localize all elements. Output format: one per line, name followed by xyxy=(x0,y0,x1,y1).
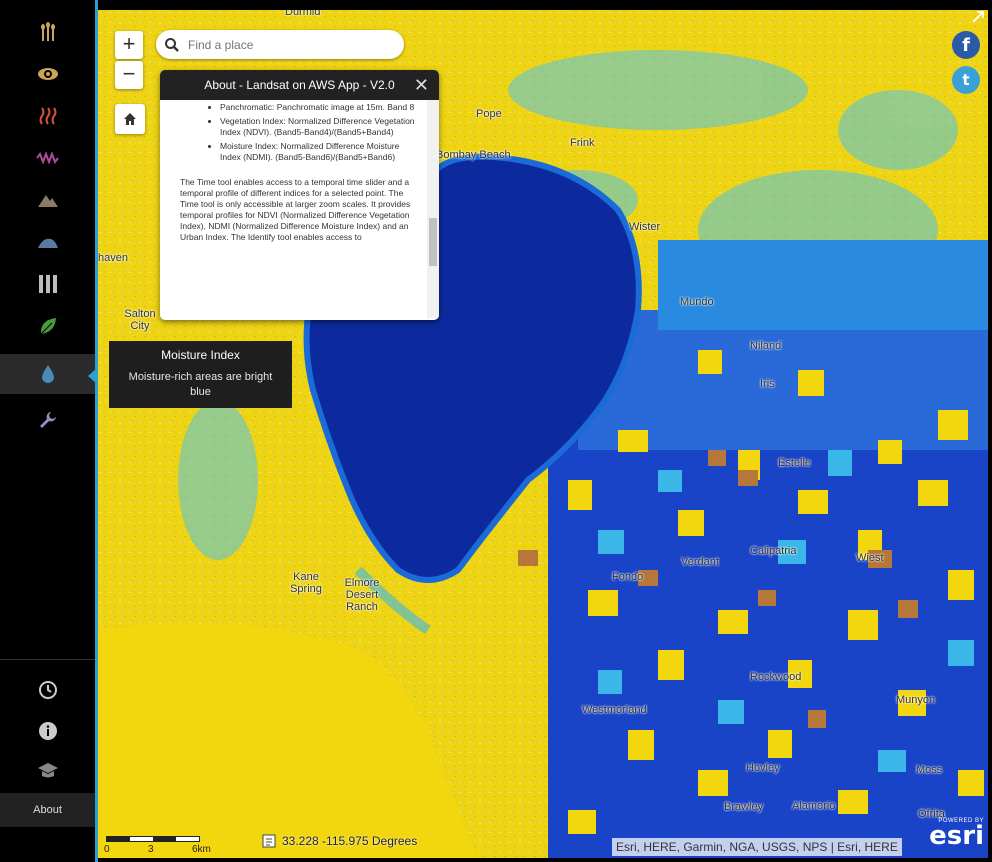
about-tab[interactable]: About xyxy=(0,793,95,827)
place-label: Fondo xyxy=(612,571,644,583)
scale-tick: 3 xyxy=(148,844,154,855)
zoom-in-button[interactable]: + xyxy=(115,31,143,59)
about-panel: About - Landsat on AWS App - V2.0 ✕ Panc… xyxy=(160,70,439,320)
esri-wordmark: esri xyxy=(929,821,984,851)
place-label: Durmid xyxy=(285,10,321,18)
natural-color-button[interactable] xyxy=(0,54,95,94)
wave-icon xyxy=(35,152,59,164)
wrench-icon xyxy=(39,412,56,428)
map-attribution: Esri, HERE, Garmin, NGA, USGS, NPS | Esr… xyxy=(612,838,902,856)
color-infrared-button[interactable] xyxy=(0,138,95,178)
sidebar: About xyxy=(0,0,95,862)
eye-icon xyxy=(37,68,58,80)
search-icon[interactable] xyxy=(164,37,180,53)
leaf-icon xyxy=(40,318,56,335)
place-label: Wiest xyxy=(856,552,884,564)
bars-icon xyxy=(38,275,57,293)
heat-waves-icon xyxy=(39,107,56,125)
scale-bar: 0 3 6km xyxy=(104,836,211,856)
place-label: Wister xyxy=(629,221,661,233)
about-panel-title: About - Landsat on AWS App - V2.0 xyxy=(204,78,395,92)
panchromatic-button[interactable] xyxy=(0,264,95,304)
coordinate-icon[interactable] xyxy=(262,834,276,848)
place-label: Estelle xyxy=(778,457,812,469)
twitter-button[interactable]: t xyxy=(952,66,980,94)
place-label: Iris xyxy=(760,378,775,390)
expand-icon[interactable] xyxy=(971,10,985,24)
list-item: Moisture Index: Normalized Difference Mo… xyxy=(220,141,420,163)
place-label: Mundo xyxy=(680,296,714,308)
thermal-button[interactable] xyxy=(0,96,95,136)
mountain-icon xyxy=(37,195,58,207)
moisture-tooltip: Moisture Index Moisture-rich areas are b… xyxy=(109,341,292,408)
facebook-button[interactable]: f xyxy=(952,31,980,59)
place-label: Hovley xyxy=(746,762,780,774)
place-label: Munyon xyxy=(896,694,936,706)
about-paragraph: The Time tool enables access to a tempor… xyxy=(180,177,411,242)
place-label: Calipatria xyxy=(750,545,797,557)
place-label: Niland xyxy=(750,340,782,352)
place-label: Alamorio xyxy=(792,800,836,812)
graduation-cap-icon xyxy=(37,763,58,778)
search-box xyxy=(156,30,404,59)
close-icon[interactable]: ✕ xyxy=(414,74,429,96)
education-button[interactable] xyxy=(0,751,95,791)
about-tab-label: About xyxy=(33,804,62,816)
esri-logo: POWERED BY esri xyxy=(918,818,984,852)
place-label: Verdant xyxy=(681,556,719,568)
place-label: haven xyxy=(98,252,128,264)
place-label: Frink xyxy=(570,137,595,149)
home-button[interactable] xyxy=(115,104,145,134)
about-scrollbar[interactable] xyxy=(427,100,439,318)
scale-bar-graphic xyxy=(106,836,200,842)
clock-icon xyxy=(38,681,57,699)
list-item: Panchromatic: Panchromatic image at 15m.… xyxy=(220,102,420,113)
terrain-icon xyxy=(37,238,58,248)
place-label: Salton City xyxy=(124,308,156,332)
sidebar-divider xyxy=(0,659,95,660)
tooltip-title: Moisture Index xyxy=(161,348,240,362)
place-label: Rockwood xyxy=(750,671,802,683)
bathymetric-button[interactable] xyxy=(0,222,95,262)
twitter-icon: t xyxy=(962,71,970,89)
facebook-icon: f xyxy=(962,34,970,56)
about-bullet-list: Panchromatic: Panchromatic image at 15m.… xyxy=(160,102,426,163)
about-panel-body: Panchromatic: Panchromatic image at 15m.… xyxy=(160,100,426,318)
place-label: Westmorland xyxy=(582,704,647,716)
list-item: Vegetation Index: Normalized Difference … xyxy=(220,116,420,138)
search-input[interactable] xyxy=(186,36,390,53)
zoom-out-button[interactable]: − xyxy=(115,61,143,89)
vegetation-button[interactable] xyxy=(0,306,95,346)
tooltip-description: Moisture-rich areas are bright blue xyxy=(128,371,273,398)
scrollbar-thumb[interactable] xyxy=(429,218,437,266)
place-label: Brawley xyxy=(724,801,764,813)
place-label: Moss xyxy=(916,764,943,776)
coordinate-readout: 33.228 -115.975 Degrees xyxy=(262,834,417,848)
about-panel-header: About - Landsat on AWS App - V2.0 ✕ xyxy=(160,70,439,100)
scale-tick: 6km xyxy=(192,844,211,855)
place-label: Kane Spring xyxy=(290,571,322,595)
coordinate-text: 33.228 -115.975 Degrees xyxy=(282,834,418,848)
place-label: Pope xyxy=(476,108,502,120)
info-icon xyxy=(38,722,57,740)
scale-tick: 0 xyxy=(104,844,110,855)
tooltip-arrow xyxy=(88,367,98,385)
place-label: Elmore Desert Ranch xyxy=(344,577,380,613)
info-button[interactable] xyxy=(0,711,95,751)
moisture-button[interactable] xyxy=(0,354,95,394)
tools-button[interactable] xyxy=(0,400,95,440)
home-icon xyxy=(124,113,136,125)
water-drop-icon xyxy=(41,365,54,383)
agriculture-button[interactable] xyxy=(0,12,95,52)
wheat-icon xyxy=(40,22,55,41)
geology-button[interactable] xyxy=(0,180,95,220)
place-label: Bombay Beach xyxy=(436,149,511,161)
time-button[interactable] xyxy=(0,670,95,710)
